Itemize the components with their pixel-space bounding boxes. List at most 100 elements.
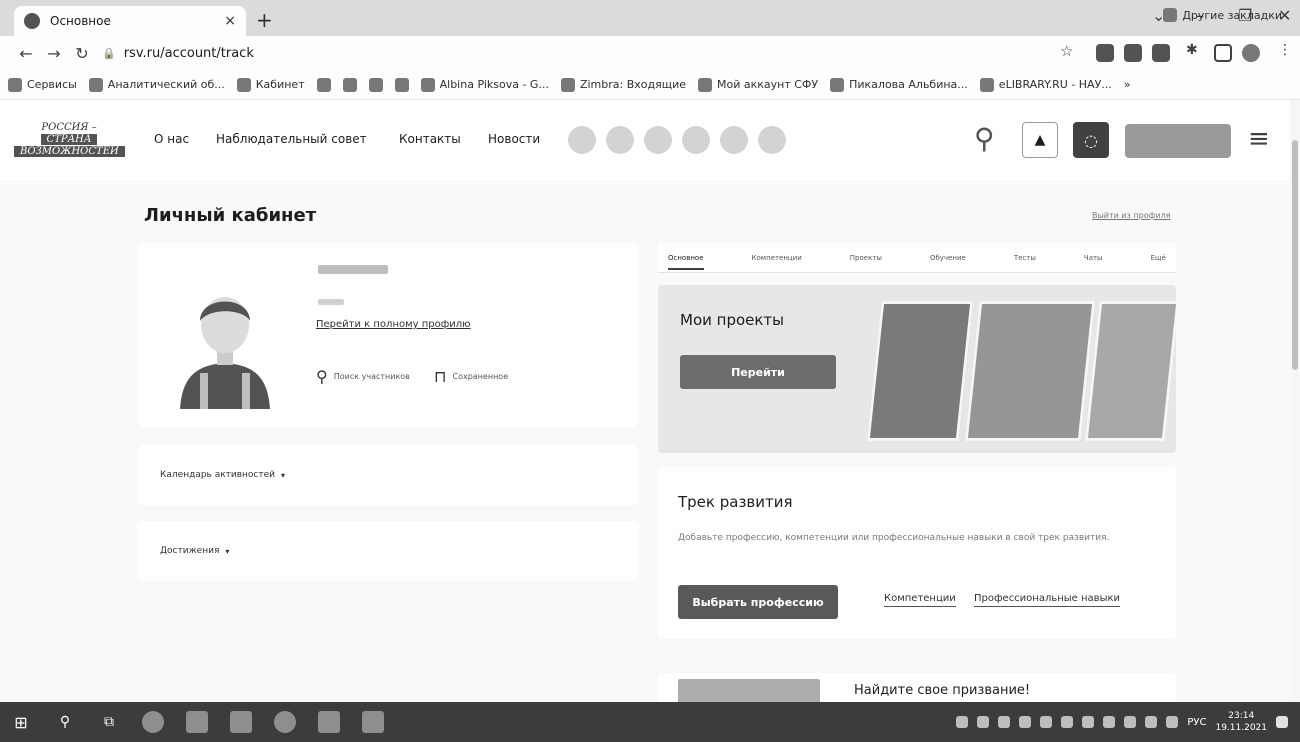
vk-icon	[342, 77, 357, 92]
bookmark-item[interactable]: Аналитический об...	[88, 77, 225, 92]
url-field[interactable]: 🔒 rsv.ru/account/track	[102, 46, 254, 61]
instagram-icon[interactable]	[644, 126, 672, 154]
full-profile-link[interactable]: Перейти к полному профилю	[316, 319, 471, 330]
saved-button[interactable]: ⊓ Сохраненное	[434, 367, 508, 386]
browser-tab[interactable]: Основное ×	[14, 6, 246, 36]
chat-icon[interactable]: ◌	[1073, 122, 1109, 158]
taskbar-clock[interactable]: 23:14 19.11.2021	[1215, 710, 1267, 734]
input-language[interactable]: РУС	[1187, 717, 1206, 728]
youtube-icon[interactable]	[758, 126, 786, 154]
bookmarks-overflow-button[interactable]: »	[1124, 78, 1131, 91]
nav-link-about[interactable]: О нас	[154, 132, 189, 146]
tab-main[interactable]: Основное	[668, 254, 704, 270]
tab-chats[interactable]: Чаты	[1084, 254, 1103, 262]
app-icon[interactable]	[142, 711, 164, 733]
reload-icon[interactable]: ↻	[68, 44, 96, 63]
mail-icon	[316, 77, 331, 92]
back-icon[interactable]: ←	[12, 44, 40, 63]
hamburger-menu-icon[interactable]: ≡	[1248, 126, 1270, 152]
page-scrollbar[interactable]	[1290, 100, 1300, 702]
search-icon[interactable]: ⚲	[974, 122, 995, 155]
search-icon[interactable]: ⚲	[54, 711, 76, 733]
tray-icon[interactable]	[1103, 716, 1116, 728]
track-description: Добавьте профессию, компетенции или проф…	[678, 533, 1110, 543]
tab-competencies[interactable]: Компетенции	[752, 254, 802, 262]
bookmark-item[interactable]	[316, 77, 331, 92]
puzzle-icon[interactable]: ✱	[1186, 42, 1204, 60]
bookmark-item[interactable]: eLIBRARY.RU - НАУ...	[979, 77, 1112, 92]
tab-projects[interactable]: Проекты	[850, 254, 882, 262]
scrollbar-thumb[interactable]	[1292, 140, 1298, 370]
browser-menu-icon[interactable]: ⋮	[1278, 42, 1296, 60]
telegram-icon[interactable]	[720, 126, 748, 154]
sidepanel-icon[interactable]	[1214, 44, 1232, 62]
search-members-button[interactable]: ⚲ Поиск участников	[316, 367, 410, 386]
network-icon[interactable]	[1145, 716, 1158, 728]
professional-skills-link[interactable]: Профессиональные навыки	[974, 593, 1121, 607]
bookmark-item[interactable]	[394, 77, 409, 92]
account-button[interactable]	[1125, 124, 1231, 158]
bookmark-item[interactable]	[342, 77, 357, 92]
zimbra-icon	[394, 77, 409, 92]
browser-tab-bar: Основное × + ⌄ – ❐ ✕	[0, 0, 1300, 36]
task-view-icon[interactable]: ⧉	[98, 711, 120, 733]
nav-link-contacts[interactable]: Контакты	[399, 132, 461, 146]
file-explorer-icon[interactable]	[186, 711, 208, 733]
choose-profession-button[interactable]: Выбрать профессию	[678, 585, 838, 619]
projects-title: Мои проекты	[680, 311, 785, 329]
bell-icon[interactable]: ▲	[1022, 122, 1058, 158]
extension-icon[interactable]	[1152, 44, 1170, 62]
competencies-link[interactable]: Компетенции	[884, 593, 956, 607]
tray-icon[interactable]	[1124, 716, 1137, 728]
notifications-icon[interactable]	[1276, 716, 1288, 728]
logout-link[interactable]: Выйти из профиля	[1092, 211, 1171, 220]
project-photo	[964, 301, 1096, 441]
tab-tests[interactable]: Тесты	[1014, 254, 1036, 262]
facebook-icon[interactable]	[682, 126, 710, 154]
extension-icon[interactable]	[1096, 44, 1114, 62]
chrome-icon[interactable]	[274, 711, 296, 733]
calendar-section[interactable]: Календарь активностей ▾	[138, 445, 638, 505]
bookmark-item[interactable]	[368, 77, 383, 92]
odnoklassniki-icon[interactable]	[606, 126, 634, 154]
volume-icon[interactable]	[1166, 716, 1179, 728]
bookmark-item[interactable]: Albina Piksova - G...	[420, 77, 549, 92]
tray-icon[interactable]	[956, 716, 969, 728]
bookmark-item[interactable]: Сервисы	[8, 77, 77, 92]
pdf-reader-icon[interactable]	[362, 711, 384, 733]
projects-go-button[interactable]: Перейти	[680, 355, 836, 389]
extension-icon[interactable]	[1124, 44, 1142, 62]
tray-icon[interactable]	[998, 716, 1011, 728]
tray-icon[interactable]	[1019, 716, 1032, 728]
windows-taskbar: ⊞ ⚲ ⧉ РУС 23:14 19.11.2021	[0, 702, 1300, 742]
nav-link-news[interactable]: Новости	[488, 132, 540, 146]
search-icon: ⚲	[316, 367, 328, 386]
tab-close-icon[interactable]: ×	[224, 13, 236, 29]
word-icon[interactable]	[318, 711, 340, 733]
tray-icon[interactable]	[1061, 716, 1074, 728]
nav-link-council[interactable]: Наблюдательный совет	[216, 132, 367, 146]
bookmark-item[interactable]: Кабинет	[236, 77, 305, 92]
bookmark-item[interactable]: Пикалова Альбина...	[830, 77, 968, 92]
bookmark-item[interactable]: Мой аккаунт СФУ	[698, 77, 818, 92]
calling-title[interactable]: Найдите свое призвание!	[854, 683, 1030, 698]
forward-icon[interactable]: →	[40, 44, 68, 63]
tray-icon[interactable]	[1040, 716, 1053, 728]
tab-more[interactable]: Ещё	[1151, 254, 1166, 262]
new-tab-button[interactable]: +	[256, 8, 273, 32]
profile-avatar-icon[interactable]	[1242, 44, 1260, 62]
calendar-toggle: Календарь активностей	[160, 470, 276, 480]
bookmark-star-icon[interactable]: ☆	[1060, 42, 1078, 60]
site-logo[interactable]: РОССИЯ – СТРАНА ВОЗМОЖНОСТЕЙ	[14, 122, 125, 162]
other-bookmarks-folder[interactable]: Другие закладки	[1163, 8, 1282, 22]
windows-start-icon[interactable]: ⊞	[10, 711, 32, 733]
tray-icon[interactable]	[977, 716, 990, 728]
tab-learning[interactable]: Обучение	[930, 254, 966, 262]
vk-icon[interactable]	[568, 126, 596, 154]
url-text: rsv.ru/account/track	[123, 45, 254, 61]
achievements-section[interactable]: Достижения ▾	[138, 521, 638, 581]
bookmark-item[interactable]: Zimbra: Входящие	[560, 77, 686, 92]
development-track-card: Трек развития Добавьте профессию, компет…	[658, 467, 1176, 639]
tray-icon[interactable]	[1082, 716, 1095, 728]
app-icon[interactable]	[230, 711, 252, 733]
